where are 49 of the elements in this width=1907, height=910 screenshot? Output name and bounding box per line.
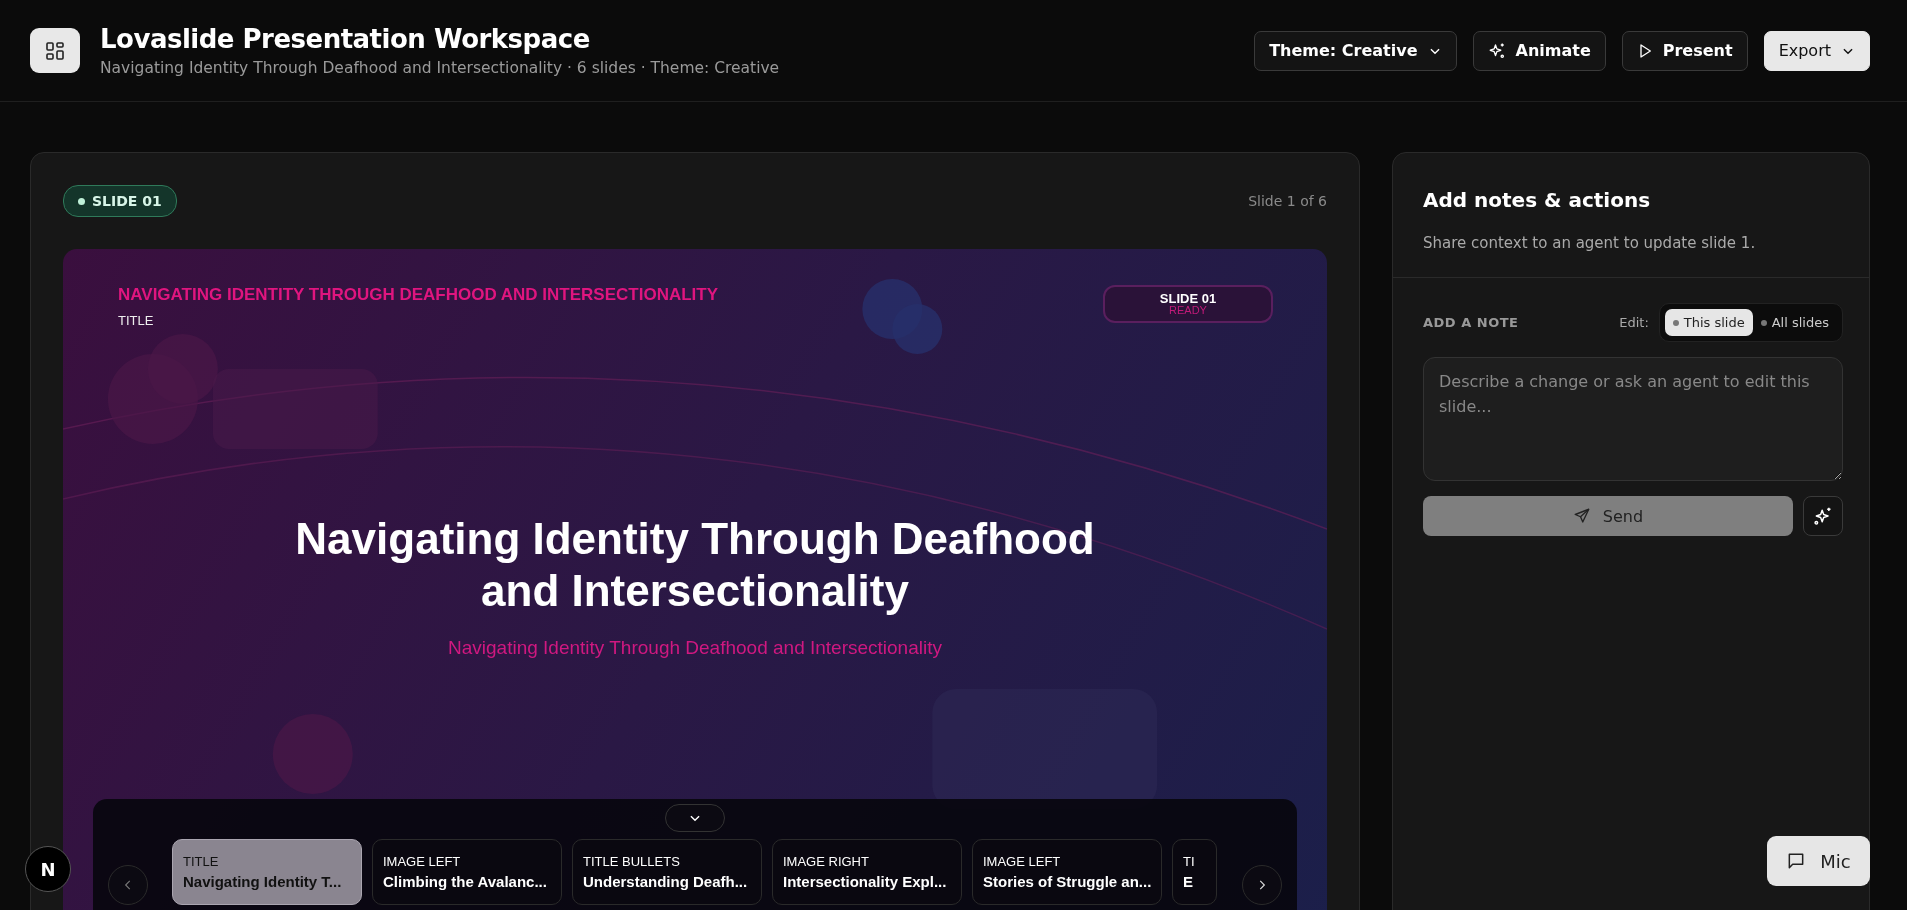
thumbnail-layout: IMAGE RIGHT (783, 854, 869, 869)
section-label: ADD A NOTE (1423, 315, 1519, 330)
slide-thumbnail[interactable]: TITLE Navigating Identity T... (172, 839, 362, 905)
dropdown-button[interactable]: Theme: Creative (1254, 30, 1457, 71)
send-icon (1572, 507, 1591, 525)
sparkle-button[interactable] (1803, 496, 1843, 536)
sparkle-icon (1487, 41, 1506, 60)
slide-thumbnail[interactable]: IMAGE RIGHT Intersectionality Expl... (772, 839, 962, 905)
note-input[interactable]: Describe a change or ask an agent to edit this slide... (1423, 357, 1843, 481)
grid-icon[interactable] (30, 28, 80, 73)
send-button[interactable]: Send (1423, 496, 1793, 536)
slide-eyebrow: NAVIGATING IDENTITY THROUGH DEAFHOOD AND INTERSECTIONALITY (118, 285, 719, 305)
edit-label: Edit: (1619, 315, 1649, 330)
next-button[interactable] (1242, 865, 1282, 905)
thumbnail-layout: TI (1183, 854, 1195, 869)
slide-status: READY (1169, 305, 1207, 316)
thumbnail-title: E (1183, 873, 1193, 890)
thumbnail-title: Climbing the Avalanc... (383, 873, 547, 890)
slide-layout-label: TITLE (118, 313, 155, 328)
panel-title: Add notes & actions (1423, 188, 1652, 212)
collapse-button[interactable] (665, 804, 725, 832)
panel-description: Share context to an agent to update slide 1. (1423, 234, 1757, 252)
thumbnail-title: Intersectionality Expl... (783, 873, 947, 890)
animate-button[interactable]: Animate (1472, 30, 1606, 71)
slide-subtitle: Navigating Identity Through Deafhood and Intersectionality (447, 637, 943, 659)
sparkle-icon (1813, 506, 1833, 526)
dropdown-button[interactable]: Export (1763, 30, 1870, 71)
present-button[interactable]: Present (1621, 30, 1748, 71)
app-subtitle: Navigating Identity Through Deafhood and Intersectionality · 6 slides · Theme: Creative (100, 59, 780, 77)
slide-badge: SLIDE 01 (63, 185, 177, 217)
slide-counter: Slide 1 of 6 (1248, 193, 1327, 209)
thumbnail-title: Understanding Deafh... (583, 873, 748, 890)
scope-option[interactable]: All slides (1752, 309, 1837, 336)
thumbnail-layout: IMAGE LEFT (383, 854, 461, 869)
thumbnail-layout: IMAGE LEFT (983, 854, 1061, 869)
scope-option[interactable]: This slide (1664, 309, 1753, 336)
thumbnail-title: Navigating Identity T... (183, 873, 342, 890)
slide-tag-title: SLIDE 01 (1159, 292, 1217, 305)
slide-thumbnail[interactable]: IMAGE LEFT Climbing the Avalanc... (372, 839, 562, 905)
slide-thumbnail[interactable]: TITLE BULLETS Understanding Deafh... (572, 839, 762, 905)
mic-button[interactable]: Mic (1767, 836, 1870, 886)
thumbnail-title: Stories of Struggle an... (983, 873, 1152, 890)
slide-thumbnail[interactable]: IMAGE LEFT Stories of Struggle an... (972, 839, 1162, 905)
slide-title: Navigating Identity Through Deafhood and Intersectionality (295, 513, 1095, 617)
app-title: Lovaslide Presentation Workspace (100, 24, 591, 54)
slide-thumbnail[interactable]: TI E (1172, 839, 1217, 905)
thumbnail-layout: TITLE BULLETS (583, 854, 680, 869)
thumbnail-layout: TITLE (183, 854, 219, 869)
previous-button[interactable] (108, 865, 148, 905)
